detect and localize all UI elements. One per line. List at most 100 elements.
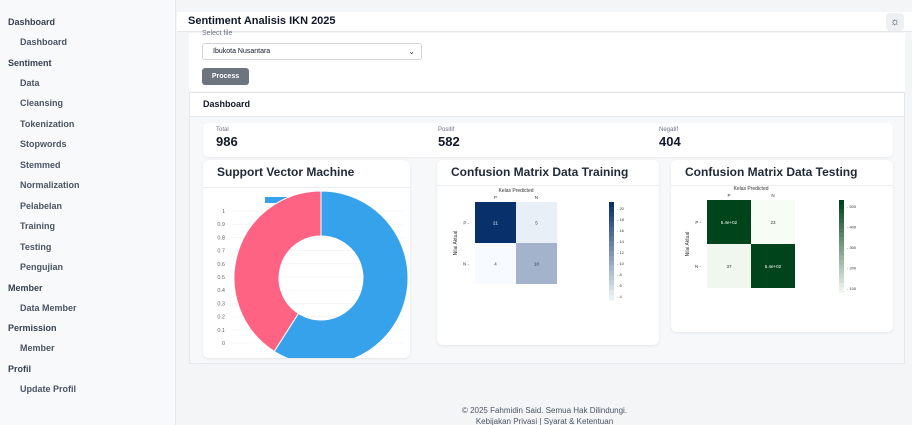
file-select[interactable]: Ibukota Nusantara ⌄ [202,43,422,60]
colorbar-segment [609,226,614,232]
colorbar-segment [839,282,844,288]
colorbar-tick-label: - 300 [847,245,857,250]
y-tick-label: 0 [222,341,225,347]
colorbar-segment [839,218,844,224]
colorbar-tick-label: - 100 [847,286,857,291]
colorbar-segment [839,241,844,247]
sidebar-item-update-profil[interactable]: Update Profil [0,379,175,400]
cm-testing-heatmap: Kelas PredictedP N Nilai Aktual P - N - 5.4e+… [685,186,857,293]
privacy-link[interactable]: Kebijakan Privasi [476,417,537,425]
colorbar-segment [839,287,844,293]
cell-value-label: 23 [770,220,776,225]
cell-value-label: 5.4e+02 [721,220,738,225]
sidebar-section-permission: Permission [8,323,57,333]
colorbar-segment [839,246,844,252]
stat-positif: Positif 582 [438,127,460,149]
stat-label: Negatif [659,127,679,133]
stats-card: Total 986 Positif 582 Negatif 404 [203,123,893,157]
sidebar-item-stemmed[interactable]: Stemmed [0,155,175,176]
colorbar-segment [609,285,614,291]
sidebar-section-profil: Profil [8,363,32,374]
colorbar-segment [609,270,614,276]
colorbar-segment [839,264,844,270]
y-tick-label: N - [695,264,702,269]
colorbar-segment [609,290,614,296]
colorbar-segment [609,231,614,237]
colorbar-segment [839,227,844,233]
terms-link[interactable]: Syarat & Ketentuan [544,417,613,425]
colorbar-tick-label: - 16 [617,228,625,233]
file-select-card: Select file Ibukota Nusantara ⌄ Process [189,30,905,91]
sidebar-item-dashboard[interactable]: Dashboard [0,32,175,53]
colorbar-segment [609,221,614,227]
sidebar-item-cleansing[interactable]: Cleansing [0,93,175,114]
colorbar-tick-label: - 4 [617,294,622,299]
colorbar-segment [839,273,844,279]
cell-value-label: 37 [726,264,732,269]
stat-value: 582 [438,134,460,149]
y-tick-label: 0.3 [217,301,225,307]
colorbar-segment [839,232,844,238]
sidebar: Dashboard Dashboard Sentiment Data Cleansing… [0,0,176,425]
y-tick-label: N - [463,262,470,267]
colorbar-tick-label: - 6 [617,283,622,288]
colorbar-segment [609,275,614,281]
sidebar-item-pengujian[interactable]: Pengujian [0,257,175,278]
colorbar-segment [839,259,844,265]
colorbar-segment [609,241,614,247]
svm-card: Support Vector Machine PositifNegatif10.… [203,160,410,358]
sidebar-section-dashboard: Dashboard [8,17,56,27]
colorbar-segment [839,200,844,206]
sidebar-item-pelabelan[interactable]: Pelabelan [0,196,175,217]
colorbar-tick-label: - 500 [847,204,857,209]
y-tick-label: P - [463,221,469,226]
cell-value-label: 5.4e+02 [765,264,782,269]
colorbar-segment [839,213,844,219]
colorbar-segment [609,251,614,257]
colorbar-segment [609,216,614,223]
process-button[interactable]: Process [202,68,249,85]
y-tick-label: 0.9 [217,222,225,228]
colorbar-segment [609,206,614,213]
colorbar-tick-label: - 8 [617,272,622,277]
sidebar-item-tokenization[interactable]: Tokenization [0,114,175,135]
y-tick-label: 0.4 [217,288,225,294]
sidebar-item-data-member[interactable]: Data Member [0,298,175,319]
colorbar-tick-label: - 12 [617,250,625,255]
y-tick-label: 0.7 [217,249,225,255]
y-tick-label: P - [695,220,701,225]
x-tick-label: N [771,193,774,198]
colorbar-segment [839,250,844,256]
sidebar-item-data[interactable]: Data [0,73,175,94]
sidebar-item-normalization[interactable]: Normalization [0,175,175,196]
cm-training-heatmap: Kelas PredictedP NNilai AktualP -N -21 54 1… [453,188,625,301]
y-tick-label: 0.1 [217,328,225,334]
file-select-value: Ibukota Nusantara [213,48,271,55]
theme-toggle-button[interactable]: ☼ [886,13,904,31]
sidebar-item-testing[interactable]: Testing [0,237,175,258]
x-tick-label: N [535,195,538,200]
sidebar-item-training[interactable]: Training [0,216,175,237]
sun-icon: ☼ [889,16,901,28]
select-label: Select file [202,30,233,37]
sidebar-item-stopwords[interactable]: Stopwords [0,134,175,155]
chevron-down-icon: ⌄ [408,47,415,56]
cell-value-label: 21 [493,221,499,226]
footer-copyright: © 2025 Fahmidin Said. Semua Hak Dilindun… [461,406,628,415]
colorbar-tick-label: - 14 [617,239,625,244]
stat-negatif: Negatif 404 [659,127,681,149]
colorbar-segment [839,204,844,210]
stat-label: Positif [438,127,455,133]
colorbar-tick-label: - 200 [847,266,857,271]
y-tick-label: 1 [222,209,225,215]
x-tick-label: P [494,195,497,200]
footer-separator: | [539,417,542,425]
colorbar-segment [839,209,844,215]
svm-donut-chart: PositifNegatif10.90.80.70.60.50.40.30.20… [217,190,409,358]
footer: © 2025 Fahmidin Said. Semua Hak Dilindun… [177,405,912,425]
colorbar-segment [839,278,844,284]
top-bar: Sentiment Analisis IKN 2025 ☼ [177,12,912,32]
colorbar-segment [839,223,844,229]
sidebar-item-member[interactable]: Member [0,338,175,359]
stat-value: 404 [659,134,681,149]
